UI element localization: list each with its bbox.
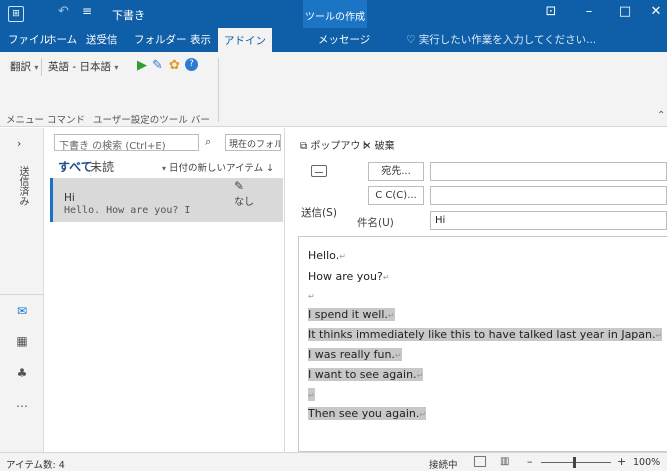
message-date: なし (234, 197, 254, 208)
minimize-icon[interactable]: – (578, 4, 600, 19)
body-line-selected: It thinks immediately like this to have … (308, 328, 663, 341)
ribbon-display-icon[interactable]: ⊡ (540, 4, 562, 19)
search-scope-label: 現在のフォルダー (229, 140, 280, 150)
people-icon[interactable]: ♣ (14, 366, 30, 380)
body-line: How are you?↵ (308, 270, 390, 283)
sort-dropdown[interactable]: ▾ 日付の新しいアイテム ↓ (162, 160, 274, 174)
tab-folder[interactable]: フォルダー (128, 28, 193, 52)
filter-unread[interactable]: 未読 (90, 158, 114, 175)
zoom-out-button[interactable]: – (527, 455, 533, 468)
sort-label: 日付の新しいアイテム (169, 163, 264, 174)
message-sender: Hi (64, 192, 75, 204)
selection-indicator (50, 178, 53, 222)
language-pair-label: 英語 - 日本語 (48, 61, 111, 73)
item-count: アイテム数: 4 (6, 460, 65, 471)
ribbon-group-divider (218, 58, 219, 122)
group-menu-commands: メニュー コマンド (6, 115, 86, 126)
popout-label: ポップアウト (310, 141, 371, 152)
ribbon-tabs: ファイル ホーム 送受信 フォルダー 表示 アドイン メッセージ ♡ 実行したい… (0, 28, 667, 52)
edit-icon[interactable]: ✎ (152, 58, 163, 73)
title-bar: ⊞ ↶ ≡ 下書き ツールの作成 ⊡ – □ ✕ (0, 0, 667, 28)
chevron-down-icon: ▾ (34, 63, 39, 72)
filter-all[interactable]: すべて (58, 158, 93, 175)
close-icon: ✕ (363, 141, 372, 152)
tab-addins[interactable]: アドイン (218, 28, 272, 52)
body-line: Hello.↵ (308, 249, 346, 262)
calendar-icon[interactable]: ▦ (14, 334, 30, 348)
nav-divider (0, 294, 44, 295)
tab-message[interactable]: メッセージ (312, 28, 376, 52)
folder-pane-label[interactable]: 送信済み (14, 166, 30, 206)
message-body[interactable]: Hello.↵ How are you?↵ ↵ I spend it well.… (298, 236, 667, 452)
search-input[interactable]: 下書き の検索 (Ctrl+E) (54, 134, 199, 152)
search-icon[interactable]: ⌕ (205, 135, 211, 149)
translate-button[interactable]: 翻訳 ▾ (10, 59, 38, 74)
collapse-ribbon-icon[interactable]: ⌃ (657, 110, 665, 121)
close-icon[interactable]: ✕ (645, 4, 667, 19)
zoom-slider-thumb[interactable] (573, 457, 576, 468)
body-line: ↵ (308, 292, 315, 301)
quick-access-customize-icon[interactable]: ≡ (82, 4, 92, 18)
zoom-slider[interactable] (541, 462, 611, 463)
popout-icon: ⧉ (300, 141, 308, 152)
normal-view-icon[interactable] (474, 456, 486, 467)
draft-icon: ✎ (234, 179, 245, 193)
cc-field[interactable] (430, 186, 667, 205)
cc-button[interactable]: C C(C)... (368, 186, 424, 205)
to-button[interactable]: 宛先... (368, 162, 424, 181)
language-pair-dropdown[interactable]: 英語 - 日本語 ▾ (48, 59, 118, 74)
zoom-in-button[interactable]: + (617, 455, 626, 468)
expand-folder-pane-icon[interactable]: › (17, 137, 21, 150)
lightbulb-icon: ♡ (406, 34, 419, 46)
tab-send-receive[interactable]: 送受信 (80, 28, 124, 52)
search-scope-dropdown[interactable]: 現在のフォルダー ▾ (225, 134, 281, 151)
subject-label: 件名(U) (357, 217, 394, 229)
body-line-selected: ↵ (308, 388, 315, 401)
body-line-selected: I spend it well.↵ (308, 308, 395, 321)
tell-me-text: 実行したい作業を入力してください... (418, 34, 597, 46)
context-tab-group-label: ツールの作成 (303, 0, 367, 28)
help-icon[interactable]: ? (185, 58, 198, 71)
discard-button[interactable]: ✕ 破棄 (363, 137, 395, 152)
send-icon (311, 165, 327, 177)
ribbon: 翻訳 ▾ 英語 - 日本語 ▾ ▶ ✎ ✿ ? メニュー コマンド ユーザー設定… (0, 52, 667, 127)
subject-field[interactable]: Hi (430, 211, 667, 230)
discard-label: 破棄 (374, 141, 395, 152)
to-field[interactable] (430, 162, 667, 181)
send-button[interactable]: 送信(S) (298, 163, 340, 227)
window-title: 下書き (112, 9, 145, 22)
translate-label: 翻訳 (10, 61, 31, 73)
message-list-pane: 下書き の検索 (Ctrl+E) ⌕ 現在のフォルダー ▾ すべて 未読 ▾ 日… (44, 128, 285, 452)
tab-view[interactable]: 表示 (184, 28, 217, 52)
status-bar: アイテム数: 4 接続中 ▥ – + 100% (0, 452, 667, 471)
chevron-down-icon: ▾ (162, 164, 167, 173)
settings-flower-icon[interactable]: ✿ (169, 58, 180, 73)
maximize-icon[interactable]: □ (614, 4, 636, 19)
group-custom-toolbars: ユーザー設定のツール バー (93, 115, 210, 126)
undo-icon[interactable]: ↶ (58, 4, 69, 19)
zoom-level[interactable]: 100% (633, 457, 660, 468)
chevron-down-icon: ▾ (114, 63, 119, 72)
outlook-app-icon[interactable]: ⊞ (8, 6, 24, 22)
body-line-selected: I want to see again.↵ (308, 368, 424, 381)
mail-icon[interactable]: ✉ (14, 304, 30, 318)
more-options-icon[interactable]: … (14, 396, 30, 410)
list-item[interactable]: Hi Hello. How are you? I ✎ なし (50, 178, 283, 222)
popout-button[interactable]: ⧉ ポップアウト (300, 137, 370, 152)
compose-pane: ⧉ ポップアウト ✕ 破棄 送信(S) 宛先... C C(C)... 件名(U… (286, 128, 667, 452)
body-line-selected: I was really fun.↵ (308, 348, 402, 361)
ribbon-divider (41, 58, 42, 76)
reading-view-icon[interactable]: ▥ (500, 456, 509, 467)
tab-home[interactable]: ホーム (40, 28, 83, 52)
nav-rail: › 送信済み ✉ ▦ ♣ … (0, 128, 44, 452)
send-label: 送信(S) (301, 207, 337, 219)
body-line-selected: Then see you again.↵ (308, 407, 427, 420)
tell-me-box[interactable]: ♡ 実行したい作業を入力してください... (406, 28, 596, 52)
sort-direction-icon: ↓ (266, 163, 275, 174)
play-icon[interactable]: ▶ (137, 58, 147, 73)
message-preview: Hello. How are you? I (64, 205, 191, 216)
connection-status: 接続中 (429, 460, 458, 471)
